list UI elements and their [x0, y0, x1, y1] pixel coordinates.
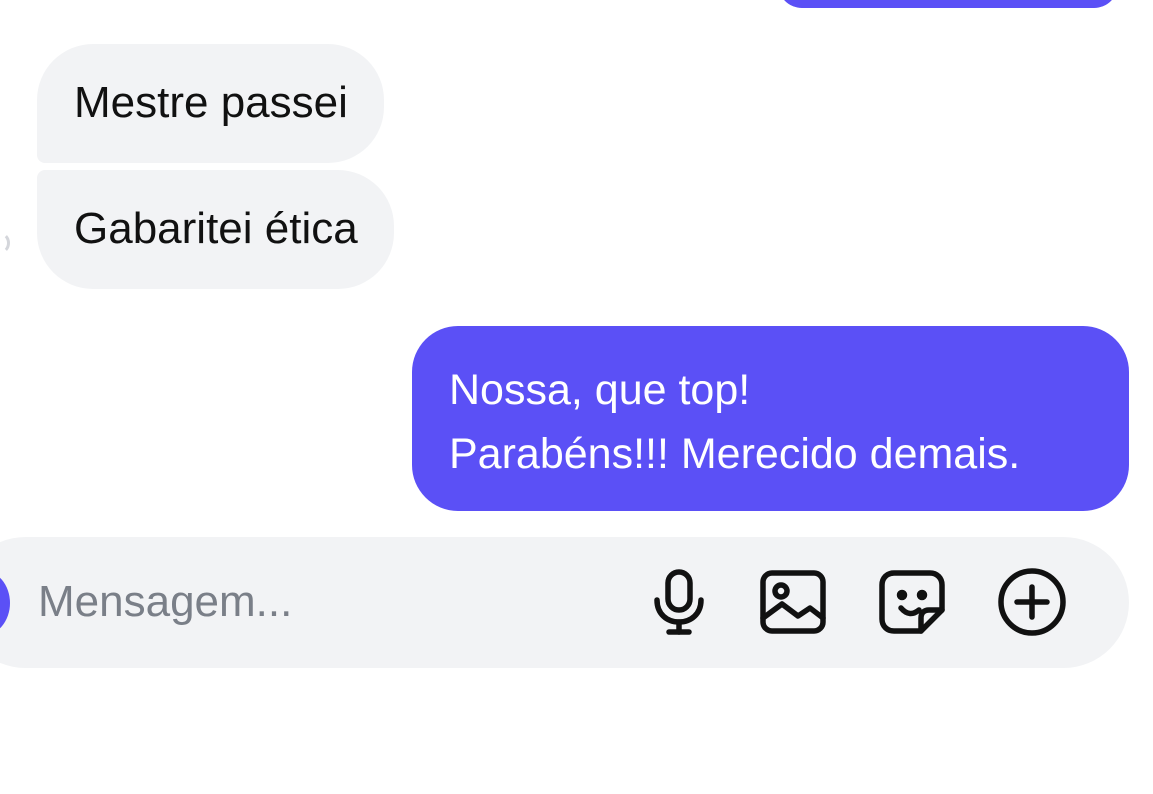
incoming-message: Gabaritei ética — [37, 170, 394, 289]
message-input[interactable] — [38, 572, 598, 632]
plus-circle-icon — [998, 568, 1066, 636]
incoming-message: Mestre passei — [37, 44, 384, 163]
message-text-line: Nossa, que top! — [449, 366, 751, 414]
message-text: Mestre passei — [74, 78, 348, 127]
previous-outgoing-bubble — [778, 0, 1118, 8]
message-text-line: Parabéns!!! Merecido demais. — [449, 430, 1021, 478]
add-button[interactable] — [996, 566, 1068, 638]
image-button[interactable] — [757, 566, 829, 638]
image-icon — [760, 570, 826, 634]
microphone-icon — [654, 569, 704, 635]
sticker-icon — [879, 570, 945, 634]
message-text: Gabaritei ética — [74, 204, 358, 253]
microphone-button[interactable] — [643, 566, 715, 638]
sender-avatar-edge — [0, 232, 10, 254]
sticker-button[interactable] — [876, 566, 948, 638]
outgoing-message: Nossa, que top! Parabéns!!! Merecido dem… — [412, 326, 1129, 511]
